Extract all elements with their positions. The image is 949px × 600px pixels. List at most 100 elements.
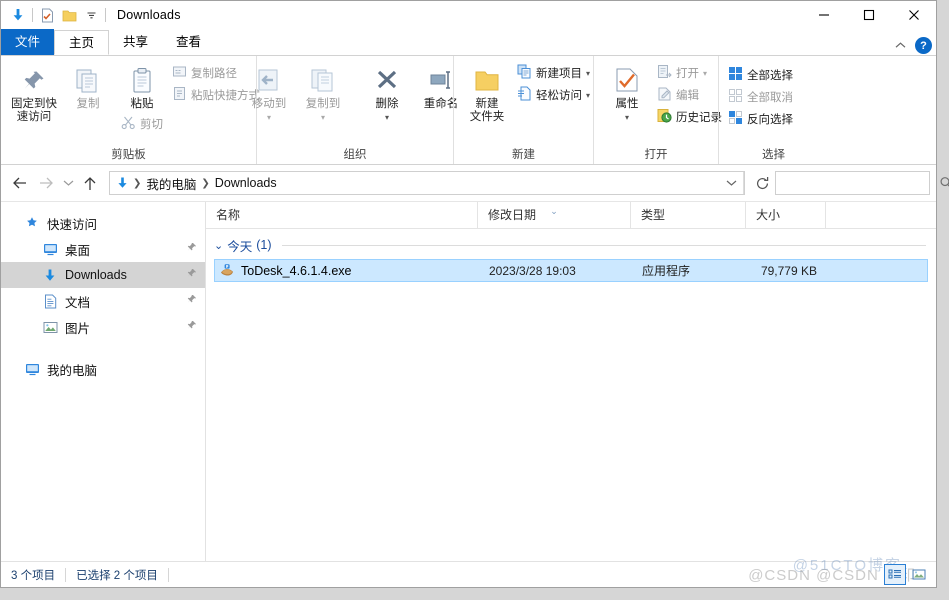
close-button[interactable] — [891, 1, 936, 29]
easy-access-caret-icon[interactable]: ▾ — [586, 91, 590, 100]
pin-icon-documents[interactable] — [186, 294, 197, 308]
folder-icon[interactable] — [58, 4, 80, 26]
qat-separator — [32, 8, 33, 22]
sidebar-item-documents[interactable]: 文档 — [1, 288, 205, 314]
breadcrumb-separator-1[interactable]: ❯ — [132, 178, 142, 189]
back-button[interactable] — [7, 170, 33, 196]
file-name-cell[interactable]: ToDesk_4.6.1.4.exe — [215, 263, 479, 279]
sidebar-item-desktop[interactable]: 桌面 — [1, 236, 205, 262]
new-folder-icon — [472, 62, 502, 96]
tab-share[interactable]: 共享 — [109, 30, 162, 55]
navigation-bar: ❯ 我的电脑 ❯ Downloads — [1, 165, 949, 201]
properties-icon[interactable] — [36, 4, 58, 26]
new-folder-button[interactable]: 新建 文件夹 — [460, 60, 514, 126]
sidebar-item-downloads[interactable]: Downloads — [1, 262, 205, 288]
up-button[interactable] — [77, 170, 103, 196]
select-group-title: 选择 — [762, 149, 785, 161]
cut-button[interactable]: 剪切 — [118, 113, 166, 135]
edit-label: 编辑 — [676, 90, 699, 102]
edit-button[interactable]: 编辑 — [654, 84, 725, 106]
edit-icon — [657, 86, 672, 104]
pin-to-quick-access-button[interactable]: 固定到快 速访问 — [7, 60, 61, 126]
paste-button[interactable]: 粘贴 — [115, 60, 169, 113]
clipboard-group-body: 固定到快 速访问 复制 粘贴 剪切 复制路径 粘贴快捷方式 — [1, 60, 260, 147]
copy-label: 复制 — [76, 98, 100, 110]
search-input[interactable] — [776, 172, 939, 194]
move-to-button[interactable]: 移动到 ▾ — [242, 60, 296, 126]
properties-button[interactable]: 属性 ▾ — [600, 60, 654, 126]
pin-icon-downloads[interactable] — [186, 268, 197, 282]
easy-access-button[interactable]: 轻松访问 ▾ — [514, 84, 593, 106]
copy-button[interactable]: 复制 — [61, 60, 115, 113]
rename-icon — [426, 62, 456, 96]
column-header-type[interactable]: 类型 — [631, 202, 746, 228]
explorer-content: 快速访问 桌面 Downloads 文档 图片 我的电脑 名称 ⌄ 修改日期 类… — [1, 201, 936, 561]
search-box[interactable] — [775, 171, 949, 195]
new-item-button[interactable]: 新建项目 ▾ — [514, 62, 593, 84]
details-view-icon[interactable] — [884, 564, 906, 585]
address-dropdown-icon[interactable] — [719, 172, 743, 194]
sidebar-label-documents: 文档 — [65, 295, 91, 310]
column-header-name[interactable]: 名称 — [206, 202, 478, 228]
properties-caret-icon[interactable]: ▾ — [625, 111, 629, 124]
collapse-ribbon-icon[interactable] — [894, 39, 907, 53]
delete-button[interactable]: 删除 ▾ — [360, 60, 414, 126]
move-to-icon — [254, 62, 284, 96]
select-none-button[interactable]: 全部取消 — [725, 86, 796, 108]
recent-locations-button[interactable] — [59, 170, 77, 196]
column-header-date[interactable]: ⌄ 修改日期 — [478, 202, 631, 228]
status-separator-1 — [65, 567, 67, 582]
properties-icon — [613, 62, 641, 96]
copy-to-icon — [308, 62, 338, 96]
group-header-today[interactable]: ⌄ 今天 (1) — [206, 233, 936, 257]
sidebar-label-desktop: 桌面 — [65, 243, 91, 258]
ribbon-tab-bar: 文件 主页 共享 查看 ? — [1, 29, 936, 55]
copy-to-caret-icon[interactable]: ▾ — [321, 111, 325, 124]
delete-caret-icon[interactable]: ▾ — [385, 111, 389, 124]
search-icon[interactable] — [939, 176, 949, 190]
address-bar[interactable]: ❯ 我的电脑 ❯ Downloads — [109, 171, 745, 195]
group-header-rule — [281, 244, 926, 246]
file-name-label: ToDesk_4.6.1.4.exe — [241, 263, 352, 278]
open-group-title: 打开 — [644, 149, 668, 161]
refresh-button[interactable] — [749, 170, 775, 196]
copy-to-button[interactable]: 复制到 ▾ — [296, 60, 350, 126]
customize-caret-icon[interactable] — [80, 4, 102, 26]
breadcrumb-separator-2[interactable]: ❯ — [200, 178, 210, 189]
new-group-body: 新建 文件夹 新建项目 ▾ 轻松访问 ▾ — [454, 60, 593, 147]
forward-button[interactable] — [33, 170, 59, 196]
group-collapse-chevron-icon[interactable]: ⌄ — [214, 239, 223, 252]
help-icon[interactable]: ? — [915, 37, 932, 54]
maximize-button[interactable] — [846, 1, 891, 29]
open-caret-icon[interactable]: ▾ — [703, 69, 707, 78]
table-row[interactable]: ToDesk_4.6.1.4.exe 2023/3/28 19:03 应用程序 … — [214, 259, 928, 282]
select-all-label: 全部选择 — [747, 70, 793, 82]
star-pin-icon — [23, 216, 41, 230]
invert-selection-button[interactable]: 反向选择 — [725, 108, 796, 130]
select-all-button[interactable]: 全部选择 — [725, 64, 796, 86]
move-to-caret-icon[interactable]: ▾ — [267, 111, 271, 124]
breadcrumb-item-1[interactable]: Downloads — [212, 176, 280, 190]
ribbon-tab-bar-right: ? — [894, 37, 932, 54]
minimize-button[interactable] — [801, 1, 846, 29]
breadcrumb-download-arrow-icon[interactable] — [114, 176, 131, 190]
documents-icon — [41, 294, 59, 309]
column-header-size[interactable]: 大小 — [746, 202, 826, 228]
tab-home[interactable]: 主页 — [54, 30, 110, 55]
large-icons-view-icon[interactable] — [908, 564, 930, 585]
sidebar-label-this-pc: 我的电脑 — [47, 363, 98, 378]
quick-access-toolbar — [1, 4, 109, 26]
pin-icon-pictures[interactable] — [186, 320, 197, 334]
sidebar-item-pictures[interactable]: 图片 — [1, 314, 205, 340]
tab-file[interactable]: 文件 — [1, 29, 55, 55]
sidebar-item-this-pc[interactable]: 我的电脑 — [1, 356, 205, 382]
pin-icon-desktop[interactable] — [186, 242, 197, 256]
new-item-caret-icon[interactable]: ▾ — [586, 69, 590, 78]
column-header-type-label: 类型 — [641, 208, 666, 222]
sidebar-item-quick-access[interactable]: 快速访问 — [1, 210, 205, 236]
open-button[interactable]: 打开 ▾ — [654, 62, 725, 84]
download-arrow-icon[interactable] — [7, 4, 29, 26]
tab-view[interactable]: 查看 — [162, 30, 215, 55]
history-button[interactable]: 历史记录 — [654, 106, 725, 128]
breadcrumb-item-0[interactable]: 我的电脑 — [143, 174, 199, 193]
